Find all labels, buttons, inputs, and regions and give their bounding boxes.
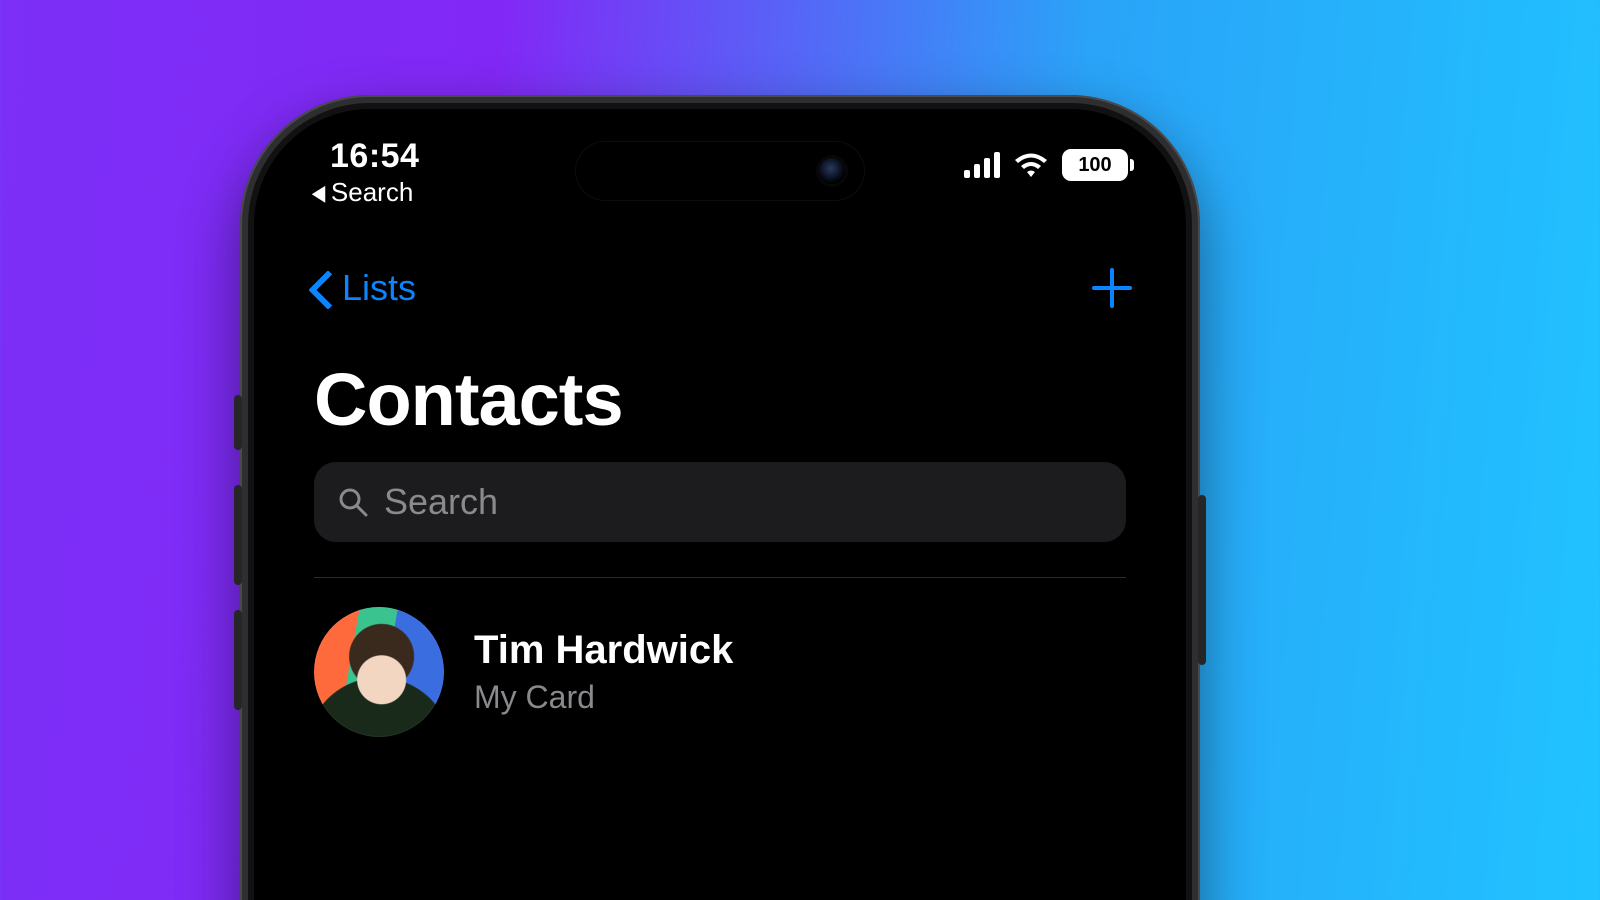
back-to-app-breadcrumb[interactable]: ◀ Search [310,177,413,208]
power-button [1198,495,1206,665]
breadcrumb-label: Search [331,177,413,208]
chevron-left-icon [308,270,330,306]
volume-mute-switch [234,395,242,450]
wifi-icon [1014,152,1048,178]
status-time: 16:54 [330,137,419,176]
back-button[interactable]: Lists [308,267,416,309]
cellular-icon [964,152,1000,178]
add-contact-button[interactable] [1092,268,1132,308]
search-icon [338,487,368,517]
chevron-left-icon: ◀ [312,180,326,206]
volume-up-button [234,485,242,585]
front-camera-icon [819,158,845,184]
search-placeholder: Search [384,481,498,523]
my-card-subtitle: My Card [474,679,733,716]
phone-device-frame: 16:54 ◀ Search 100 [240,95,1200,900]
battery-indicator: 100 [1062,149,1134,181]
nav-bar: Lists [262,267,1178,309]
my-card-name: Tim Hardwick [474,628,733,673]
back-button-label: Lists [342,267,416,309]
screen: 16:54 ◀ Search 100 [262,117,1178,900]
battery-percent: 100 [1078,154,1111,177]
volume-down-button [234,610,242,710]
avatar [314,607,444,737]
search-field[interactable]: Search [314,462,1126,542]
phone-bezel: 16:54 ◀ Search 100 [248,103,1192,900]
status-indicators: 100 [964,149,1134,181]
page-title: Contacts [314,357,623,442]
my-card-text: Tim Hardwick My Card [474,628,733,716]
divider [314,577,1126,578]
my-card-row[interactable]: Tim Hardwick My Card [314,607,1126,737]
dynamic-island [575,141,865,201]
